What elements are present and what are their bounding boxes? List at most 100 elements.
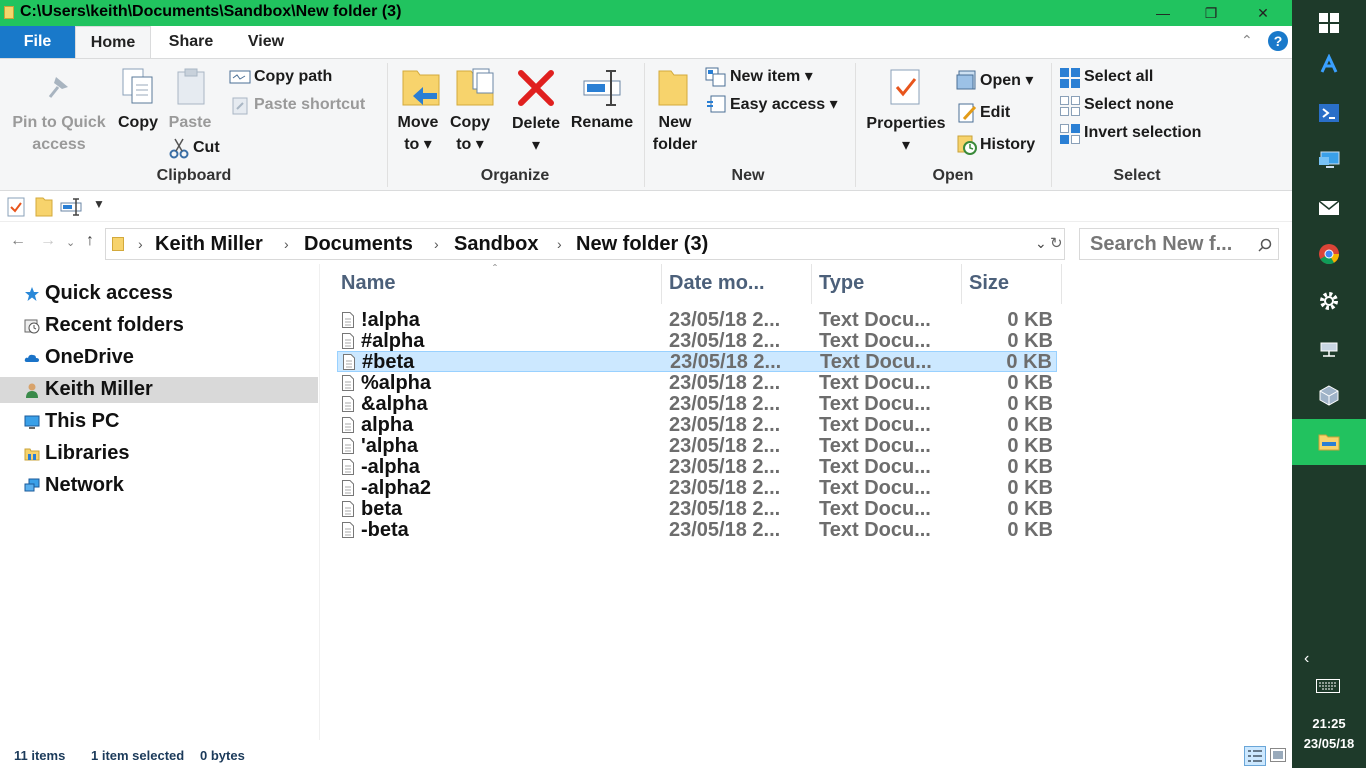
rename-icon — [583, 70, 621, 106]
table-row[interactable]: -alpha2 23/05/18 2... Text Docu... 0 KB — [337, 477, 1057, 499]
tab-home[interactable]: Home — [75, 26, 151, 59]
breadcrumb-keith-miller[interactable]: Keith Miller — [155, 233, 263, 256]
keyboard-icon[interactable] — [1316, 679, 1340, 693]
table-row[interactable]: beta 23/05/18 2... Text Docu... 0 KB — [337, 498, 1057, 520]
tab-file[interactable]: File — [0, 26, 75, 58]
pin-to-quick-access-button[interactable]: Pin to Quick access — [4, 112, 114, 156]
divider — [644, 63, 645, 187]
table-row[interactable]: #alpha 23/05/18 2... Text Docu... 0 KB — [337, 330, 1057, 352]
customize-toolbar-icon[interactable]: ▼ — [93, 197, 105, 211]
text-file-icon — [342, 501, 354, 517]
breadcrumb-new-folder-3[interactable]: New folder (3) — [576, 233, 708, 256]
select-all-icon — [1060, 68, 1080, 88]
nav-item-network[interactable]: Network — [0, 473, 318, 499]
new-item-icon — [705, 67, 726, 87]
table-row[interactable]: alpha 23/05/18 2... Text Docu... 0 KB — [337, 414, 1057, 436]
rename-button[interactable]: Rename — [568, 112, 636, 134]
taskbar-app-file-explorer[interactable] — [1292, 419, 1366, 465]
copy-button[interactable]: Copy — [116, 112, 160, 134]
new-folder-icon[interactable] — [35, 197, 53, 217]
edit-button[interactable]: Edit — [980, 102, 1010, 124]
column-header-size[interactable]: Size — [969, 272, 1009, 295]
clock-date[interactable]: 23/05/18 — [1292, 736, 1366, 751]
details-view-icon[interactable] — [1244, 746, 1266, 766]
nav-item-quick-access[interactable]: Quick access — [0, 281, 318, 307]
cut-button[interactable]: Cut — [193, 137, 220, 159]
table-row[interactable]: #beta 23/05/18 2... Text Docu... 0 KB — [337, 351, 1057, 373]
start-button[interactable] — [1292, 0, 1366, 46]
table-row[interactable]: %alpha 23/05/18 2... Text Docu... 0 KB — [337, 372, 1057, 394]
column-divider[interactable] — [1061, 264, 1062, 304]
taskbar-app-network[interactable] — [1292, 42, 1366, 88]
nav-item-recent-folders[interactable]: Recent folders — [0, 313, 318, 339]
nav-item-this-pc[interactable]: This PC — [0, 409, 318, 435]
close-button[interactable]: ✕ — [1240, 0, 1286, 26]
rename-icon[interactable] — [60, 197, 84, 217]
taskbar-app-network-tool[interactable] — [1292, 325, 1366, 371]
taskbar: ‹ 21:25 23/05/18 — [1292, 0, 1366, 768]
taskbar-app-remote-desktop[interactable] — [1292, 137, 1366, 183]
nav-item-keith-miller[interactable]: Keith Miller — [0, 377, 318, 403]
select-none-button[interactable]: Select none — [1084, 94, 1174, 116]
recent-locations-chevron-icon[interactable]: ⌄ — [66, 236, 75, 249]
group-label-open: Open — [932, 167, 974, 184]
table-row[interactable]: !alpha 23/05/18 2... Text Docu... 0 KB — [337, 309, 1057, 331]
table-row[interactable]: &alpha 23/05/18 2... Text Docu... 0 KB — [337, 393, 1057, 415]
taskbar-app-mail[interactable] — [1292, 184, 1366, 230]
column-divider[interactable] — [661, 264, 662, 304]
forward-arrow-icon[interactable]: → — [40, 232, 56, 250]
column-header-name[interactable]: Name — [341, 272, 395, 295]
help-icon[interactable]: ? — [1268, 31, 1288, 51]
history-button[interactable]: History — [980, 134, 1035, 156]
paste-shortcut-button[interactable]: Paste shortcut — [254, 94, 365, 116]
taskbar-app-powershell[interactable] — [1292, 90, 1366, 136]
tab-view[interactable]: View — [236, 26, 296, 58]
restore-button[interactable]: ❐ — [1188, 0, 1234, 26]
up-arrow-icon[interactable]: ↑ — [86, 232, 94, 250]
title-bar[interactable]: C:\Users\keith\Documents\Sandbox\New fol… — [0, 0, 1292, 26]
table-row[interactable]: 'alpha 23/05/18 2... Text Docu... 0 KB — [337, 435, 1057, 457]
column-header-date-modified[interactable]: Date mo... — [669, 272, 765, 295]
column-divider[interactable] — [961, 264, 962, 304]
tab-share[interactable]: Share — [158, 26, 224, 58]
mail-icon — [1318, 200, 1340, 215]
invert-selection-button[interactable]: Invert selection — [1084, 122, 1201, 144]
search-box[interactable]: Search New f... — [1079, 228, 1279, 260]
collapse-ribbon-icon[interactable]: ⌃ — [1241, 32, 1253, 49]
table-row[interactable]: -beta 23/05/18 2... Text Docu... 0 KB — [337, 519, 1057, 541]
nav-item-libraries[interactable]: Libraries — [0, 441, 318, 467]
refresh-icon[interactable]: ↻ — [1050, 234, 1063, 252]
new-item-button[interactable]: New item ▾ — [730, 66, 813, 88]
file-type: Text Docu... — [819, 330, 931, 352]
select-all-button[interactable]: Select all — [1084, 66, 1153, 88]
file-size: 0 KB — [1007, 309, 1053, 331]
clock-time[interactable]: 21:25 — [1292, 716, 1366, 731]
open-button[interactable]: Open ▾ — [980, 70, 1033, 92]
move-to-button[interactable]: Move to ▾ — [396, 112, 440, 156]
large-icons-view-icon[interactable] — [1270, 748, 1286, 762]
address-bar[interactable]: › Keith Miller › Documents › Sandbox › N… — [105, 228, 1065, 260]
folder-icon — [1318, 434, 1340, 451]
copy-path-button[interactable]: Copy path — [254, 66, 332, 88]
nav-item-onedrive[interactable]: OneDrive — [0, 345, 318, 371]
column-divider[interactable] — [811, 264, 812, 304]
taskbar-app-cube[interactable] — [1292, 372, 1366, 418]
column-header-type[interactable]: Type — [819, 272, 864, 295]
minimize-button[interactable]: — — [1140, 0, 1186, 26]
properties-icon[interactable] — [7, 197, 25, 217]
new-folder-button[interactable]: New folder — [648, 112, 702, 156]
status-selected-size: 0 bytes — [200, 748, 245, 763]
taskbar-app-chrome[interactable] — [1292, 231, 1366, 277]
breadcrumb-sandbox[interactable]: Sandbox — [454, 233, 538, 256]
easy-access-button[interactable]: Easy access ▾ — [730, 94, 838, 116]
table-row[interactable]: -alpha 23/05/18 2... Text Docu... 0 KB — [337, 456, 1057, 478]
taskbar-app-settings[interactable] — [1292, 278, 1366, 324]
copy-to-button[interactable]: Copy to ▾ — [448, 112, 492, 156]
breadcrumb-documents[interactable]: Documents — [304, 233, 413, 256]
delete-button[interactable]: Delete ▾ — [507, 113, 565, 157]
address-dropdown-icon[interactable]: ⌄ — [1035, 235, 1047, 252]
paste-button[interactable]: Paste — [164, 112, 216, 134]
properties-button[interactable]: Properties ▾ — [860, 113, 952, 157]
chevron-left-icon[interactable]: ‹ — [1304, 650, 1309, 668]
back-arrow-icon[interactable]: ← — [10, 232, 26, 250]
